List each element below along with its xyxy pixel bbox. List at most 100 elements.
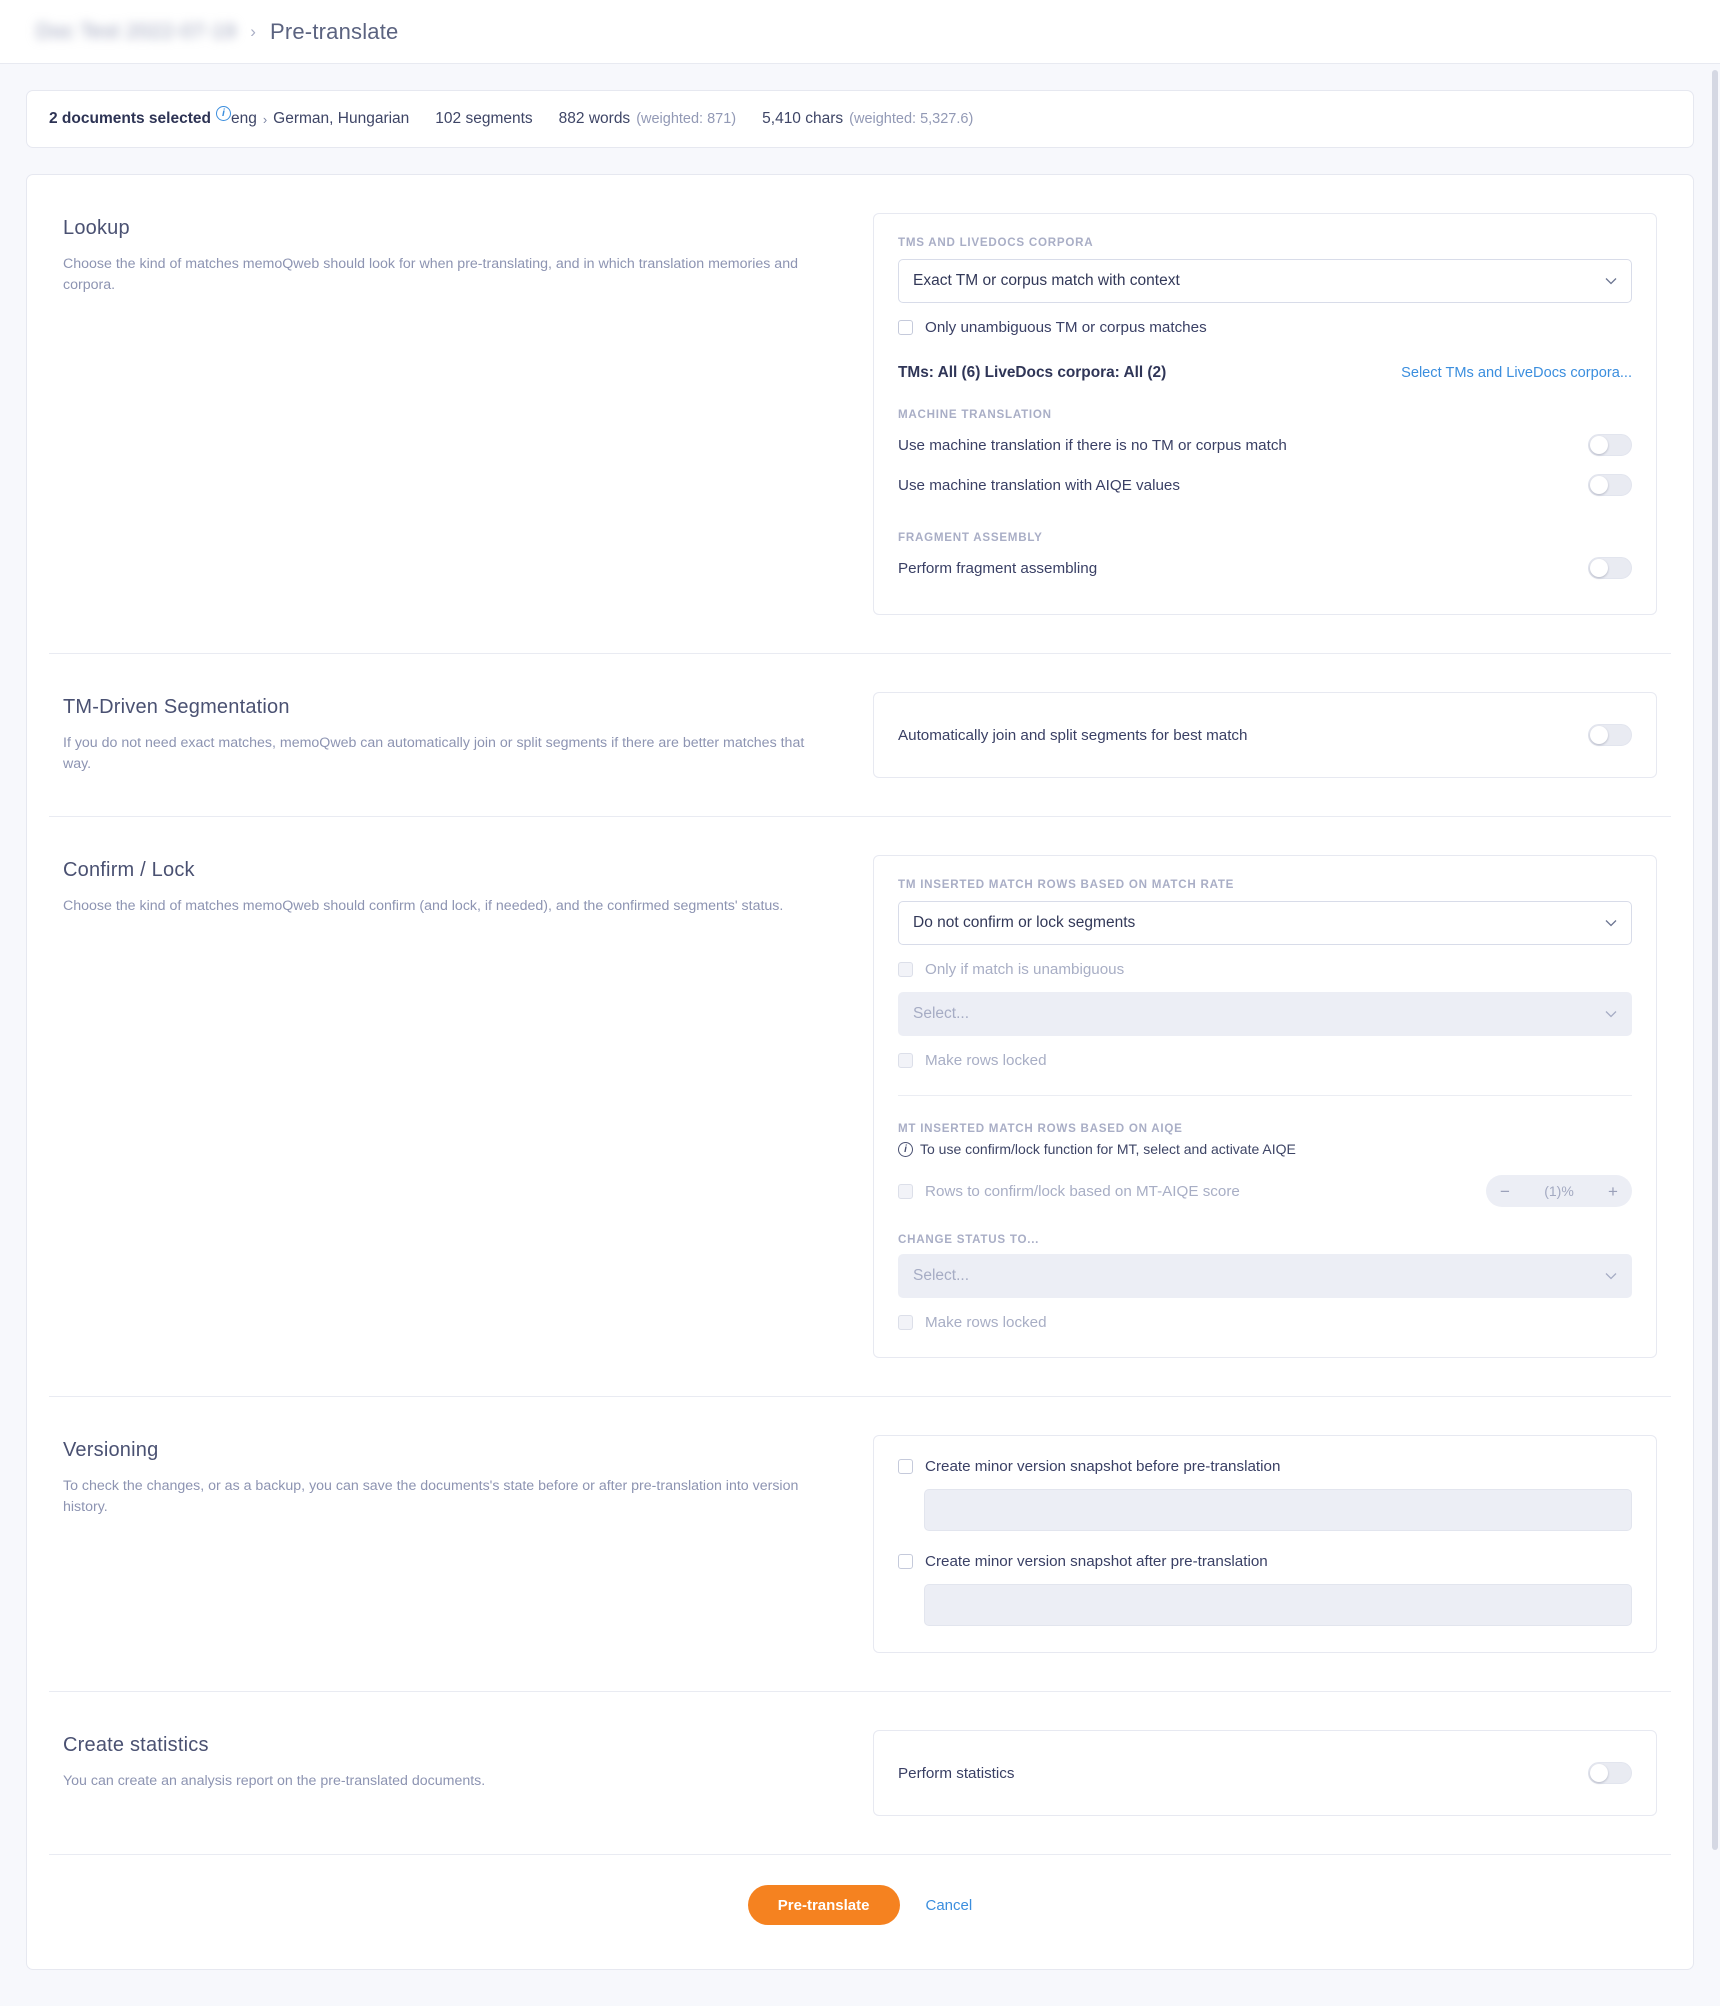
mt-score-row: Rows to confirm/lock based on MT-AIQE sc… [898, 1175, 1632, 1207]
only-unambiguous-checkbox[interactable] [898, 320, 913, 335]
statistics-description: You can create an analysis report on the… [63, 1771, 833, 1792]
tms-corpora-select[interactable]: Exact TM or corpus match with context [898, 259, 1632, 303]
stepper-increment-button[interactable]: + [1600, 1176, 1626, 1206]
confirm-lock-controls: TM INSERTED MATCH ROWS BASED ON MATCH RA… [873, 855, 1657, 1358]
tm-make-rows-locked-checkbox[interactable] [898, 1053, 913, 1068]
only-unambiguous-label: Only unambiguous TM or corpus matches [925, 319, 1207, 336]
snapshot-before-checkbox[interactable] [898, 1459, 913, 1474]
snapshot-before-row[interactable]: Create minor version snapshot before pre… [898, 1458, 1632, 1475]
chevron-down-icon [1605, 1008, 1617, 1020]
chevron-down-icon [1605, 917, 1617, 929]
snapshot-after-input-wrap [924, 1570, 1632, 1626]
statistics-description-block: Create statistics You can create an anal… [63, 1730, 873, 1816]
mt-score-checkbox[interactable] [898, 1184, 913, 1199]
mt-no-match-toggle[interactable] [1588, 434, 1632, 456]
mt-make-rows-locked-checkbox[interactable] [898, 1315, 913, 1330]
panel-divider [898, 1095, 1632, 1096]
tms-corpora-label: TMS AND LIVEDOCS CORPORA [898, 236, 1632, 249]
word-count: 882 words (weighted: 871) [559, 110, 736, 128]
tm-rows-select[interactable]: Do not confirm or lock segments [898, 901, 1632, 945]
change-status-label: CHANGE STATUS TO... [898, 1233, 1632, 1246]
tm-summary-row: TMs: All (6) LiveDocs corpora: All (2) S… [898, 364, 1632, 382]
tm-unambiguous-label: Only if match is unambiguous [925, 961, 1124, 978]
documents-selected-label: 2 documents selected [49, 110, 211, 128]
language-pair: eng › German, Hungarian [231, 110, 409, 128]
tm-rows-label: TM INSERTED MATCH ROWS BASED ON MATCH RA… [898, 878, 1632, 891]
snapshot-after-input[interactable] [924, 1584, 1632, 1626]
mt-aiqe-row: Use machine translation with AIQE values [898, 465, 1632, 505]
auto-join-split-toggle[interactable] [1588, 724, 1632, 746]
machine-translation-label: MACHINE TRANSLATION [898, 408, 1632, 421]
toggle-knob [1590, 559, 1608, 577]
change-status-select[interactable]: Select... [898, 1254, 1632, 1298]
select-tms-link[interactable]: Select TMs and LiveDocs corpora... [1401, 365, 1632, 381]
segmentation-title: TM-Driven Segmentation [63, 696, 833, 719]
source-language: eng [231, 110, 257, 128]
info-icon: i [898, 1142, 913, 1157]
pre-translate-button[interactable]: Pre-translate [748, 1885, 900, 1925]
auto-join-split-label: Automatically join and split segments fo… [898, 727, 1247, 744]
segmentation-controls: Automatically join and split segments fo… [873, 692, 1657, 778]
page-scrollbar-thumb[interactable] [1712, 70, 1718, 1850]
versioning-title: Versioning [63, 1439, 833, 1462]
toggle-knob [1590, 1764, 1608, 1782]
snapshot-after-row[interactable]: Create minor version snapshot after pre-… [898, 1553, 1632, 1570]
snapshot-after-checkbox[interactable] [898, 1554, 913, 1569]
cancel-button[interactable]: Cancel [926, 1897, 973, 1914]
mt-score-label: Rows to confirm/lock based on MT-AIQE sc… [925, 1183, 1240, 1200]
breadcrumb-separator-icon: › [250, 22, 256, 42]
breadcrumb-parent[interactable]: Doc Test 2022-07-19 [36, 20, 236, 44]
segment-count: 102 segments [435, 110, 532, 128]
segments-value: 102 segments [435, 110, 532, 128]
stepper-decrement-button[interactable]: − [1492, 1176, 1518, 1206]
mt-make-rows-locked-label: Make rows locked [925, 1314, 1047, 1331]
segmentation-panel: Automatically join and split segments fo… [873, 692, 1657, 778]
section-tm-driven-segmentation: TM-Driven Segmentation If you do not nee… [49, 654, 1671, 817]
statistics-title: Create statistics [63, 1734, 833, 1757]
tm-status-select[interactable]: Select... [898, 992, 1632, 1036]
fragment-assembly-label: FRAGMENT ASSEMBLY [898, 531, 1632, 544]
perform-statistics-label: Perform statistics [898, 1765, 1014, 1782]
chevron-down-icon [1605, 275, 1617, 287]
info-icon[interactable]: i [216, 106, 231, 121]
char-count: 5,410 chars (weighted: 5,327.6) [762, 110, 973, 128]
lookup-controls: TMS AND LIVEDOCS CORPORA Exact TM or cor… [873, 213, 1657, 615]
mt-score-stepper[interactable]: − (1)% + [1486, 1175, 1632, 1207]
confirm-lock-description-block: Confirm / Lock Choose the kind of matche… [63, 855, 873, 1358]
section-versioning: Versioning To check the changes, or as a… [49, 1397, 1671, 1692]
breadcrumb: Doc Test 2022-07-19 › Pre-translate [0, 0, 1720, 64]
versioning-description-block: Versioning To check the changes, or as a… [63, 1435, 873, 1653]
perform-statistics-toggle[interactable] [1588, 1762, 1632, 1784]
tm-unambiguous-row[interactable]: Only if match is unambiguous [898, 961, 1632, 978]
only-unambiguous-row[interactable]: Only unambiguous TM or corpus matches [898, 319, 1632, 336]
statistics-controls: Perform statistics [873, 1730, 1657, 1816]
mt-aiqe-toggle[interactable] [1588, 474, 1632, 496]
toggle-knob [1590, 476, 1608, 494]
page-title: Pre-translate [270, 19, 399, 45]
tm-make-rows-locked-row[interactable]: Make rows locked [898, 1052, 1632, 1069]
auto-join-split-row: Automatically join and split segments fo… [898, 715, 1632, 755]
mt-make-rows-locked-row[interactable]: Make rows locked [898, 1314, 1632, 1331]
mt-score-check-group[interactable]: Rows to confirm/lock based on MT-AIQE sc… [898, 1183, 1240, 1200]
stepper-value: (1)% [1544, 1183, 1574, 1199]
segmentation-description-block: TM-Driven Segmentation If you do not nee… [63, 692, 873, 778]
fragment-assembling-toggle[interactable] [1588, 557, 1632, 579]
snapshot-before-label: Create minor version snapshot before pre… [925, 1458, 1280, 1475]
versioning-panel: Create minor version snapshot before pre… [873, 1435, 1657, 1653]
snapshot-before-input[interactable] [924, 1489, 1632, 1531]
chars-weighted: (weighted: 5,327.6) [849, 111, 973, 127]
tms-corpora-value: Exact TM or corpus match with context [913, 272, 1180, 290]
snapshot-before-input-wrap [924, 1475, 1632, 1531]
chars-value: 5,410 chars [762, 110, 843, 128]
mt-rows-label: MT INSERTED MATCH ROWS BASED ON AIQE [898, 1122, 1632, 1135]
lookup-description: Choose the kind of matches memoQweb shou… [63, 254, 833, 297]
tm-unambiguous-checkbox[interactable] [898, 962, 913, 977]
settings-card: Lookup Choose the kind of matches memoQw… [26, 174, 1694, 1970]
mt-aiqe-label: Use machine translation with AIQE values [898, 477, 1180, 494]
fragment-assembling-row: Perform fragment assembling [898, 548, 1632, 588]
versioning-controls: Create minor version snapshot before pre… [873, 1435, 1657, 1653]
target-languages: German, Hungarian [273, 110, 409, 128]
confirm-lock-title: Confirm / Lock [63, 859, 833, 882]
page-scrollbar[interactable] [1712, 70, 1718, 1880]
fragment-assembling-label: Perform fragment assembling [898, 560, 1097, 577]
